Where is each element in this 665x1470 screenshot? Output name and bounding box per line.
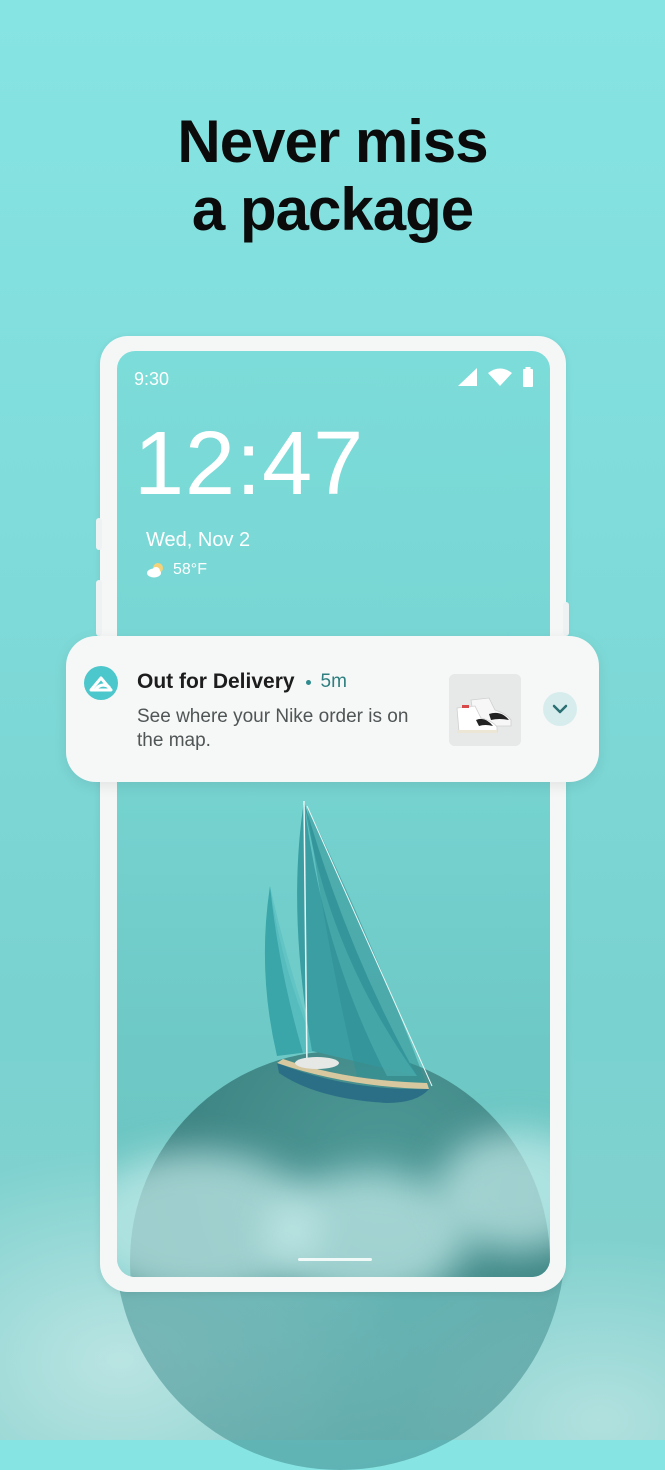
delivery-notification[interactable]: Out for Delivery 5m See where your Nike …	[66, 636, 599, 782]
phone-side-button	[96, 580, 102, 636]
headline-line-2: a package	[191, 176, 474, 243]
phone-side-button	[96, 518, 102, 550]
chevron-down-icon	[552, 704, 568, 714]
separator-dot	[305, 679, 311, 685]
home-indicator[interactable]	[298, 1258, 372, 1261]
page-headline: Never miss a package	[0, 108, 665, 244]
notification-title: Out for Delivery	[137, 670, 295, 693]
phone-side-button	[563, 602, 569, 636]
notification-body: See where your Nike order is on the map.	[137, 706, 409, 751]
expand-notification-button[interactable]	[543, 692, 577, 726]
sneaker-thumbnail	[449, 674, 521, 746]
notification-header: Out for Delivery 5m	[137, 670, 347, 694]
sneaker-image	[449, 674, 521, 746]
notification-time: 5m	[320, 671, 347, 692]
lock-screen: 9:30 12:47 Wed, Nov 2 58°F	[117, 351, 550, 1277]
sailboat-illustration	[264, 800, 433, 1103]
headline-line-1: Never miss	[177, 108, 488, 175]
app-logo-icon	[84, 666, 118, 700]
